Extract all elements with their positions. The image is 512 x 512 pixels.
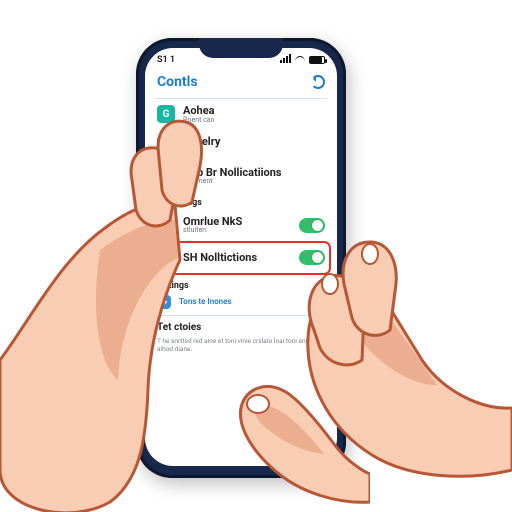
signal-icon	[279, 54, 291, 66]
notch	[199, 38, 283, 58]
page-title: Contls	[157, 74, 198, 90]
wifi-icon	[295, 56, 305, 64]
right-thumb	[200, 382, 370, 512]
screen-header: Contls	[145, 70, 337, 98]
battery-icon	[309, 56, 325, 64]
status-time: S1 1	[157, 55, 175, 65]
refresh-icon[interactable]	[311, 75, 325, 89]
